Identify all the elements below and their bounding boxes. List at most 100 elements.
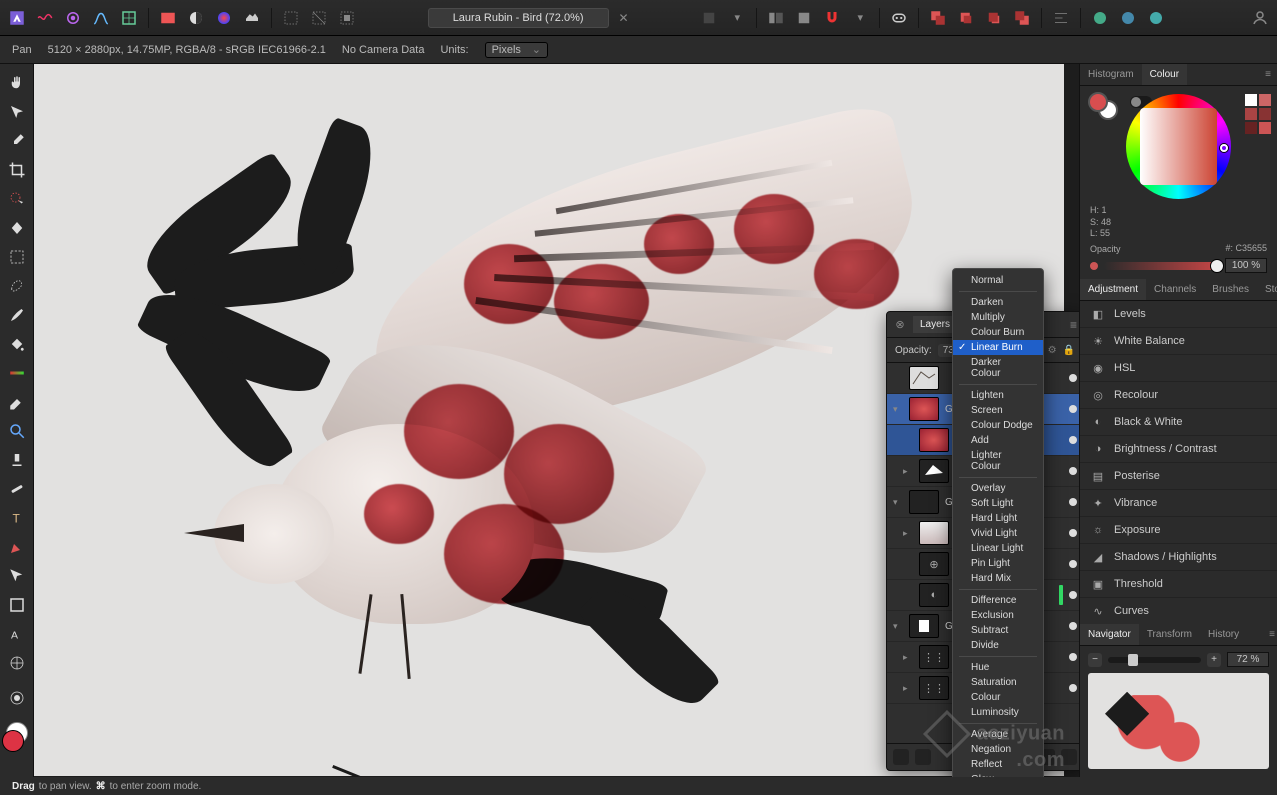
- adjustment-item[interactable]: ☼Exposure: [1080, 517, 1277, 544]
- tab-transform[interactable]: Transform: [1139, 624, 1200, 645]
- freehand-select-tool-icon[interactable]: [6, 275, 28, 297]
- dropdown-icon[interactable]: ▾: [851, 9, 869, 27]
- marquee-tool-icon[interactable]: [6, 246, 28, 268]
- adjustment-item[interactable]: ☀White Balance: [1080, 328, 1277, 355]
- shape-tool-icon[interactable]: [6, 594, 28, 616]
- tab-adjustment[interactable]: Adjustment: [1080, 279, 1146, 300]
- layer-forward-icon[interactable]: [985, 9, 1003, 27]
- zoom-slider[interactable]: [1108, 657, 1201, 663]
- blend-mode-item[interactable]: Exclusion: [953, 608, 1043, 623]
- blend-mode-item[interactable]: Hard Light: [953, 511, 1043, 526]
- dropdown-icon[interactable]: ▾: [728, 9, 746, 27]
- tab-brushes[interactable]: Brushes: [1204, 279, 1257, 300]
- colour-wheel[interactable]: [1126, 94, 1231, 199]
- persona-develop-icon[interactable]: [64, 9, 82, 27]
- tab-channels[interactable]: Channels: [1146, 279, 1204, 300]
- gear-icon[interactable]: ⚙: [1048, 345, 1057, 356]
- select-all-icon[interactable]: [282, 9, 300, 27]
- selection-brush-tool-icon[interactable]: [6, 188, 28, 210]
- healing-tool-icon[interactable]: [6, 478, 28, 500]
- tab-layers[interactable]: Layers: [913, 316, 957, 333]
- assistant-icon[interactable]: [890, 9, 908, 27]
- zoom-in-button[interactable]: +: [1207, 653, 1221, 667]
- opacity-slider[interactable]: [1104, 262, 1219, 270]
- arrange-left-icon[interactable]: [767, 9, 785, 27]
- blend-mode-item[interactable]: Subtract: [953, 623, 1043, 638]
- zoom-out-button[interactable]: −: [1088, 653, 1102, 667]
- paint-brush-tool-icon[interactable]: [6, 304, 28, 326]
- adjustment-item[interactable]: ◉HSL: [1080, 355, 1277, 382]
- blend-mode-item[interactable]: Add: [953, 433, 1043, 448]
- blend-mode-item[interactable]: Lighter Colour: [953, 448, 1043, 474]
- canvas-area[interactable]: ⊗ Layers Effects Styles ≡ Opacity: 73 % …: [34, 64, 1079, 777]
- auto-levels-icon[interactable]: [243, 9, 261, 27]
- stamp-tool-icon[interactable]: [6, 449, 28, 471]
- add-mask-icon[interactable]: [1091, 9, 1109, 27]
- mask-layer-icon[interactable]: [893, 749, 909, 765]
- fill-tool-icon[interactable]: [6, 333, 28, 355]
- align-icon[interactable]: [1052, 9, 1070, 27]
- hex-value[interactable]: C35655: [1235, 243, 1267, 253]
- view-tool-icon[interactable]: [6, 687, 28, 709]
- adjustment-layer-icon[interactable]: [915, 749, 931, 765]
- crop-tool-icon[interactable]: [6, 159, 28, 181]
- foreground-colour-swatch[interactable]: [2, 730, 24, 752]
- adjustment-item[interactable]: ◑Brightness / Contrast: [1080, 436, 1277, 463]
- deselect-icon[interactable]: [310, 9, 328, 27]
- tab-stock[interactable]: Stock: [1257, 279, 1277, 300]
- erase-tool-icon[interactable]: [6, 391, 28, 413]
- mask-half-icon[interactable]: [187, 9, 205, 27]
- pen-tool-icon[interactable]: [6, 536, 28, 558]
- document-close-icon[interactable]: ✕: [619, 11, 629, 25]
- blend-mode-item[interactable]: Soft Light: [953, 496, 1043, 511]
- adjustment-item[interactable]: ◐Black & White: [1080, 409, 1277, 436]
- flood-select-tool-icon[interactable]: [6, 217, 28, 239]
- primary-colour-swatch[interactable]: [1088, 92, 1108, 112]
- blend-mode-item[interactable]: Divide: [953, 638, 1043, 653]
- layer-back-icon[interactable]: [929, 9, 947, 27]
- persona-export-icon[interactable]: [120, 9, 138, 27]
- hand-tool-icon[interactable]: [6, 72, 28, 94]
- blend-mode-item[interactable]: Hard Mix: [953, 571, 1043, 586]
- adjustment-item[interactable]: ◎Recolour: [1080, 382, 1277, 409]
- arrange-centre-icon[interactable]: [795, 9, 813, 27]
- blend-mode-item[interactable]: Vivid Light: [953, 526, 1043, 541]
- panel-close-icon[interactable]: ⊗: [893, 318, 907, 332]
- zoom-tool-icon[interactable]: [6, 420, 28, 442]
- adjustment-item[interactable]: ∿Curves: [1080, 598, 1277, 624]
- panel-menu-icon[interactable]: ≡: [1070, 318, 1077, 332]
- blend-mode-item[interactable]: Screen: [953, 403, 1043, 418]
- invert-selection-icon[interactable]: [338, 9, 356, 27]
- quicklook-icon[interactable]: [700, 9, 718, 27]
- blend-mode-item[interactable]: Difference: [953, 593, 1043, 608]
- adjustment-item[interactable]: ✦Vibrance: [1080, 490, 1277, 517]
- blend-mode-item[interactable]: Multiply: [953, 310, 1043, 325]
- blend-mode-item[interactable]: Normal: [953, 273, 1043, 288]
- blend-mode-item[interactable]: Colour Burn: [953, 325, 1043, 340]
- adjustment-item[interactable]: ▣Threshold: [1080, 571, 1277, 598]
- move-tool-icon[interactable]: [6, 101, 28, 123]
- blend-mode-item[interactable]: Saturation: [953, 675, 1043, 690]
- account-icon[interactable]: [1251, 9, 1269, 27]
- adjustment-item[interactable]: ▤Posterise: [1080, 463, 1277, 490]
- zoom-percent-input[interactable]: 72 %: [1227, 652, 1269, 667]
- navigator-thumbnail[interactable]: [1088, 673, 1269, 769]
- panel-menu-icon[interactable]: ≡: [1259, 64, 1277, 85]
- blend-mode-item[interactable]: Linear Burn: [953, 340, 1043, 355]
- persona-tone-icon[interactable]: [92, 9, 110, 27]
- blend-mode-item[interactable]: Pin Light: [953, 556, 1043, 571]
- artistic-text-tool-icon[interactable]: A: [6, 623, 28, 645]
- blend-mode-item[interactable]: Colour: [953, 690, 1043, 705]
- blend-mode-item[interactable]: Linear Light: [953, 541, 1043, 556]
- units-select[interactable]: Pixels: [485, 42, 548, 58]
- mesh-tool-icon[interactable]: [6, 652, 28, 674]
- layer-backward-icon[interactable]: [957, 9, 975, 27]
- layer-front-icon[interactable]: [1013, 9, 1031, 27]
- gradient-tool-icon[interactable]: [6, 362, 28, 384]
- blend-mode-item[interactable]: Darken: [953, 295, 1043, 310]
- tab-history[interactable]: History: [1200, 624, 1247, 645]
- tab-navigator[interactable]: Navigator: [1080, 624, 1139, 645]
- blend-mode-item[interactable]: Hue: [953, 660, 1043, 675]
- opacity-percent-input[interactable]: 100 %: [1225, 258, 1267, 273]
- persona-liquify-icon[interactable]: [36, 9, 54, 27]
